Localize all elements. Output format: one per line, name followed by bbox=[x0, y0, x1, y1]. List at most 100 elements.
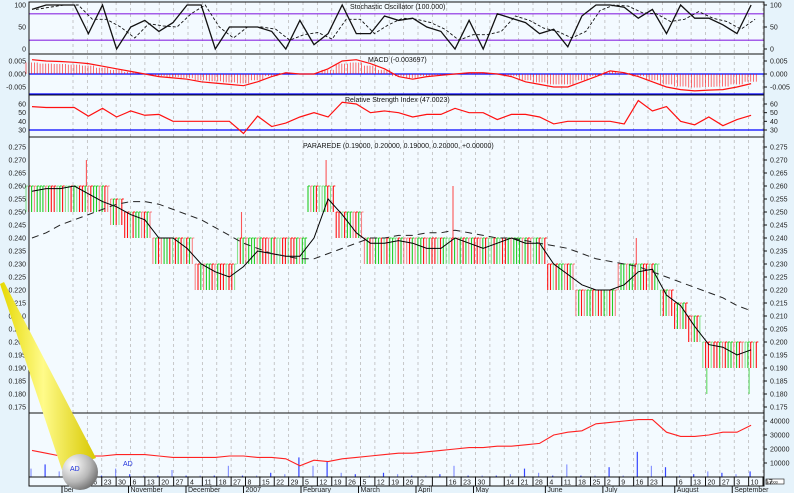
price-left-tick: 0.265 bbox=[8, 171, 26, 178]
stochastic-right-tick: 0 bbox=[770, 47, 774, 54]
price-right-tick: 0.225 bbox=[770, 275, 788, 282]
rsi-right-tick: 50 bbox=[770, 110, 778, 117]
price-left-tick: 0.270 bbox=[8, 158, 26, 165]
date-tick-label: 27 bbox=[722, 480, 730, 487]
date-tick-label: 10 bbox=[751, 480, 759, 487]
month-label: March bbox=[361, 487, 381, 493]
price-right-tick: 0.220 bbox=[770, 288, 788, 295]
date-tick-label: 12 bbox=[319, 480, 327, 487]
rsi-right-tick: 40 bbox=[770, 119, 778, 126]
price-left-tick: 0.230 bbox=[8, 262, 26, 269]
date-tick-label: 14 bbox=[506, 480, 514, 487]
date-tick-label: 27 bbox=[233, 480, 241, 487]
date-tick-label: 16 bbox=[636, 480, 644, 487]
month-label: June bbox=[547, 487, 562, 493]
price-right-tick: 0.275 bbox=[770, 145, 788, 152]
date-tick-label: 13 bbox=[147, 480, 155, 487]
price-right-tick: 0.210 bbox=[770, 314, 788, 321]
date-tick-label: 18 bbox=[578, 480, 586, 487]
stochastic-right-tick: 100 bbox=[770, 3, 782, 10]
date-tick-label: 11 bbox=[564, 480, 571, 487]
date-tick-label: 29 bbox=[291, 480, 299, 487]
date-tick-label: 6 bbox=[133, 480, 137, 487]
date-tick-label: 15 bbox=[262, 480, 270, 487]
price-right-tick: 0.265 bbox=[770, 171, 788, 178]
rsi-right-tick: 30 bbox=[770, 128, 778, 135]
month-label: August bbox=[677, 487, 699, 493]
date-tick-label: 23 bbox=[650, 480, 658, 487]
date-tick-label: 20 bbox=[161, 480, 169, 487]
month-label: July bbox=[605, 487, 618, 493]
price-right-tick: 0.240 bbox=[770, 236, 788, 243]
volume-right-tick: 10000 bbox=[770, 461, 790, 468]
date-tick-label: 17 bbox=[765, 480, 773, 487]
price-right-tick: 0.250 bbox=[770, 210, 788, 217]
macd-right-tick: -0.005 bbox=[770, 85, 790, 92]
price-left-tick: 0.245 bbox=[8, 223, 26, 230]
price-right-tick: 0.175 bbox=[770, 405, 788, 412]
date-tick-label: 3 bbox=[736, 480, 740, 487]
macd-right-tick: 0.005 bbox=[770, 59, 788, 66]
price-title: PARAREDE (0.19000, 0.20000, 0.19000, 0.2… bbox=[303, 143, 494, 150]
date-tick-label: 26 bbox=[406, 480, 414, 487]
rsi-right-tick: 60 bbox=[770, 101, 778, 108]
month-label: 2007 bbox=[246, 487, 262, 493]
stock-chart[interactable]: 100 100 50 50 0 0 0.005 0.005 0.000 0.000 -0.005 -0… bbox=[0, 0, 794, 493]
price-left-tick: 0.250 bbox=[8, 210, 26, 217]
price-right-tick: 0.255 bbox=[770, 197, 788, 204]
date-tick-label: 19 bbox=[334, 480, 342, 487]
date-tick-label: 27 bbox=[176, 480, 184, 487]
price-right-tick: 0.190 bbox=[770, 366, 788, 373]
volume-right-tick: 20000 bbox=[770, 447, 790, 454]
date-tick-label: 19 bbox=[391, 480, 399, 487]
date-tick-label: 23 bbox=[104, 480, 112, 487]
volume-right-tick: 30000 bbox=[770, 433, 790, 440]
date-tick-label: 2 bbox=[420, 480, 424, 487]
price-right-tick: 0.200 bbox=[770, 340, 788, 347]
date-tick-label: 28 bbox=[535, 480, 543, 487]
rsi-left-tick: 60 bbox=[18, 101, 26, 108]
stochastic-left-tick: 0 bbox=[22, 47, 26, 54]
cone-ball-icon bbox=[62, 454, 98, 490]
stochastic-title: Stochastic Oscillator (100.000) bbox=[350, 4, 445, 11]
price-left-tick: 0.190 bbox=[8, 366, 26, 373]
date-tick-label: 4 bbox=[190, 480, 194, 487]
price-left-tick: 0.225 bbox=[8, 275, 26, 282]
price-right-tick: 0.180 bbox=[770, 392, 788, 399]
date-tick-label: 30 bbox=[118, 480, 126, 487]
date-tick-label: 23 bbox=[463, 480, 471, 487]
month-label: September bbox=[734, 487, 769, 493]
date-tick-label: 5 bbox=[305, 480, 309, 487]
price-left-tick: 0.240 bbox=[8, 236, 26, 243]
price-right-tick: 0.185 bbox=[770, 379, 788, 386]
price-left-tick: 0.255 bbox=[8, 197, 26, 204]
month-label: November bbox=[131, 487, 164, 493]
date-tick-label: 5 bbox=[363, 480, 367, 487]
date-tick-label: 16 bbox=[449, 480, 457, 487]
ad-label: AD bbox=[123, 461, 133, 468]
month-label: April bbox=[418, 487, 432, 493]
ad-ball-label: AD bbox=[70, 466, 80, 473]
macd-right-tick: 0.000 bbox=[770, 72, 788, 79]
price-right-tick: 0.195 bbox=[770, 353, 788, 360]
month-label: February bbox=[303, 487, 332, 493]
date-tick-label: 13 bbox=[693, 480, 701, 487]
macd-left-tick: 0.000 bbox=[8, 72, 26, 79]
date-tick-label: 22 bbox=[276, 480, 284, 487]
rsi-title: Relative Strength Index (47.0023) bbox=[345, 97, 450, 104]
date-tick-label: 12 bbox=[377, 480, 385, 487]
date-tick-label: 11 bbox=[204, 480, 211, 487]
price-left-tick: 0.175 bbox=[8, 405, 26, 412]
price-right-tick: 0.205 bbox=[770, 327, 788, 334]
price-left-tick: 0.185 bbox=[8, 379, 26, 386]
price-right-tick: 0.270 bbox=[770, 158, 788, 165]
stochastic-left-tick: 100 bbox=[14, 3, 26, 10]
macd-left-tick: -0.005 bbox=[6, 85, 26, 92]
rsi-left-tick: 40 bbox=[18, 119, 26, 126]
price-left-tick: 0.260 bbox=[8, 184, 26, 191]
macd-title: MACD (-0.003697) bbox=[368, 57, 427, 64]
date-tick-label: 9 bbox=[621, 480, 625, 487]
date-tick-label: 8 bbox=[248, 480, 252, 487]
price-left-tick: 0.220 bbox=[8, 288, 26, 295]
date-tick-label: 6 bbox=[679, 480, 683, 487]
